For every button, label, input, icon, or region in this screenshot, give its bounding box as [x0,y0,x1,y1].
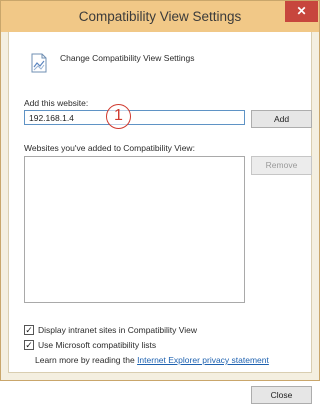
ms-lists-label: Use Microsoft compatibility lists [38,340,157,350]
intranet-label: Display intranet sites in Compatibility … [38,325,198,335]
add-button[interactable]: Add [251,110,312,128]
privacy-statement-link[interactable]: Internet Explorer privacy statement [137,355,269,365]
window-title: Compatibility View Settings [78,9,242,24]
close-button[interactable]: Close [251,386,312,404]
learn-more-text: Learn more by reading the Internet Explo… [35,355,269,365]
dialog-window: Compatibility View Settings ✕ Change Com… [0,0,320,404]
added-websites-list[interactable] [24,156,245,303]
ms-lists-checkbox[interactable]: ✓ [24,340,34,350]
intranet-checkbox[interactable]: ✓ [24,325,34,335]
header-text: Change Compatibility View Settings [60,53,195,63]
add-website-label: Add this website: [24,98,89,108]
annotation-marker: 1 [106,104,131,129]
website-input[interactable] [24,110,245,125]
dialog-body: Change Compatibility View Settings Add t… [8,32,312,404]
close-window-button[interactable]: ✕ [285,1,318,22]
compatibility-page-icon [31,53,47,73]
title-bar[interactable]: Compatibility View Settings ✕ [1,1,319,32]
added-websites-label: Websites you've added to Compatibility V… [24,143,195,153]
remove-button[interactable]: Remove [251,156,312,175]
learn-more-prefix: Learn more by reading the [35,355,138,365]
